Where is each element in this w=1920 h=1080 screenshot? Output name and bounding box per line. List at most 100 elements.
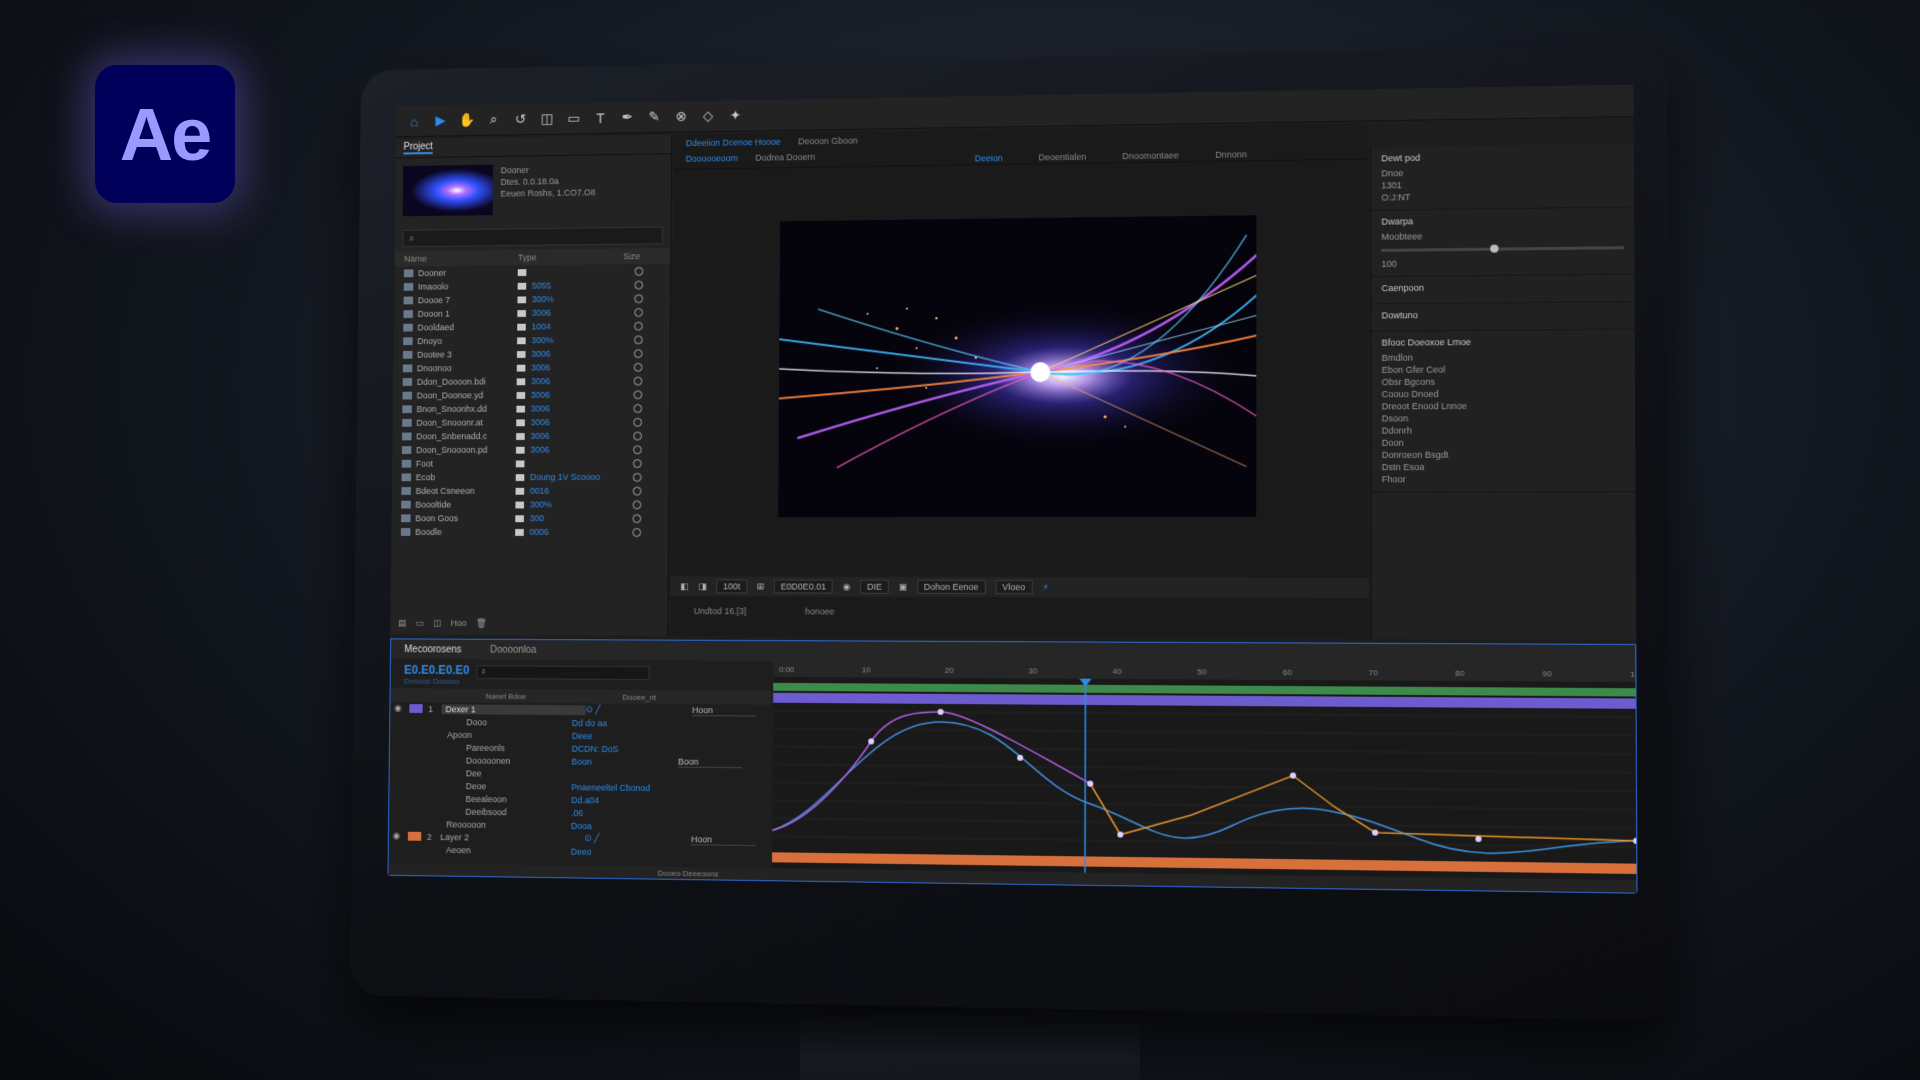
effect-category[interactable]: Doon bbox=[1382, 436, 1625, 449]
layer-label-color[interactable] bbox=[407, 831, 422, 841]
graph-editor[interactable]: 0:00 10 20 30 40 50 60 70 80 90 100 bbox=[771, 660, 1637, 893]
opacity-slider[interactable] bbox=[1381, 246, 1624, 252]
workspace-tab-4[interactable]: Dnnonn bbox=[1215, 149, 1247, 159]
region-of-interest-icon[interactable]: ▣ bbox=[899, 581, 907, 592]
interpret-footage-icon[interactable]: ▤ bbox=[398, 618, 406, 629]
mask-tool-icon[interactable]: ▭ bbox=[565, 110, 582, 127]
property-name[interactable]: Apoon bbox=[390, 729, 572, 740]
text-tool-icon[interactable]: T bbox=[592, 110, 609, 126]
label-swatch[interactable] bbox=[516, 364, 526, 372]
property-name[interactable]: Aeoen bbox=[389, 844, 571, 856]
list-item[interactable]: Foot bbox=[392, 456, 669, 470]
section-3[interactable]: Dowtuno bbox=[1371, 302, 1635, 332]
composition-canvas[interactable] bbox=[778, 215, 1257, 518]
label-swatch[interactable] bbox=[516, 418, 525, 426]
workspace-tab-1[interactable]: Deeion bbox=[975, 153, 1003, 163]
zoom-dropdown[interactable]: 100t bbox=[716, 579, 748, 594]
section-title[interactable]: Dwarpa bbox=[1381, 214, 1623, 226]
list-item[interactable]: Doon_Doonoe.yd 3006 bbox=[393, 387, 669, 402]
property-value[interactable]: Dooa bbox=[571, 820, 678, 831]
workspace-tab-3[interactable]: Dnoomontaee bbox=[1122, 150, 1179, 161]
label-swatch[interactable] bbox=[516, 405, 526, 413]
label-swatch[interactable] bbox=[516, 432, 525, 440]
property-name[interactable]: Dooo bbox=[390, 716, 572, 727]
list-item[interactable]: Doon_Snbenadd.c 3006 bbox=[393, 429, 669, 444]
effect-category[interactable]: Dsoon bbox=[1382, 411, 1625, 424]
eraser-tool-icon[interactable]: ◇ bbox=[699, 108, 717, 125]
property-name[interactable]: Beealeoon bbox=[389, 793, 571, 805]
label-swatch[interactable] bbox=[517, 309, 526, 317]
pen-tool-icon[interactable]: ✒ bbox=[619, 109, 636, 126]
layer-name[interactable]: Dexer 1 bbox=[441, 703, 586, 715]
camera-dropdown[interactable]: Dohon Eenoe bbox=[916, 579, 986, 594]
list-item[interactable]: Doon_Snoooon.pd 3006 bbox=[392, 442, 669, 457]
property-value[interactable]: Deee bbox=[572, 730, 679, 741]
section-2[interactable]: Caenpoon bbox=[1371, 274, 1635, 305]
zoom-tool-icon[interactable]: ⌕ bbox=[485, 111, 502, 128]
property-name[interactable]: Dooooonen bbox=[390, 754, 572, 766]
list-item[interactable]: Boodle 0006 bbox=[391, 525, 668, 539]
list-item[interactable]: Boon Goos 300 bbox=[392, 511, 669, 525]
trash-icon[interactable]: 🗑 bbox=[476, 618, 487, 629]
label-swatch[interactable] bbox=[517, 323, 526, 331]
effect-category[interactable]: Fhoor bbox=[1382, 473, 1625, 486]
label-swatch[interactable] bbox=[515, 514, 524, 522]
comp-breadcrumb[interactable]: Doooooeoom bbox=[686, 153, 738, 164]
label-swatch[interactable] bbox=[515, 487, 525, 495]
current-time[interactable]: E0D0E0.01 bbox=[773, 579, 833, 594]
visibility-eye-icon[interactable]: ◉ bbox=[389, 831, 402, 842]
label-swatch[interactable] bbox=[516, 350, 526, 358]
graph-editor-canvas[interactable]: 0:00 10 20 30 40 50 60 70 80 90 100 bbox=[771, 660, 1637, 893]
column-parent[interactable]: Dooee_nt bbox=[623, 692, 657, 701]
label-swatch[interactable] bbox=[515, 501, 525, 508]
property-value[interactable] bbox=[571, 774, 678, 775]
list-item[interactable]: Ecob Doung 1V Scoooo bbox=[392, 470, 669, 484]
label-swatch[interactable] bbox=[515, 459, 525, 467]
property-name[interactable]: Dee bbox=[390, 767, 572, 779]
label-swatch[interactable] bbox=[516, 377, 526, 385]
tab-composition[interactable]: Ddeeiion Dcenoe Hoooe bbox=[686, 137, 781, 148]
list-item[interactable]: Doon_Snooonr.at 3006 bbox=[393, 415, 669, 430]
parent-dropdown[interactable]: Hoon bbox=[691, 705, 757, 717]
effect-category[interactable]: Dreoot Enood Lnnoe bbox=[1382, 399, 1625, 412]
property-value[interactable]: Boon bbox=[571, 756, 678, 767]
view-dropdown[interactable]: Vloeo bbox=[995, 580, 1033, 595]
label-swatch[interactable] bbox=[517, 282, 527, 290]
project-search-input[interactable]: ⌕ bbox=[402, 226, 663, 248]
effects-panel-title[interactable]: Bfooc Doeoxoe Lrnoe bbox=[1382, 336, 1625, 348]
timeline-current-time[interactable]: E0.E0.E0.E0 bbox=[404, 663, 470, 677]
workspace-tab-2[interactable]: Deoentialen bbox=[1039, 152, 1087, 163]
tab-timeline-comp[interactable]: Mecoorosens bbox=[404, 644, 461, 655]
timeline-search-input[interactable]: ⌕ bbox=[476, 665, 650, 681]
tab-timeline-2[interactable]: Doooonloa bbox=[490, 644, 536, 655]
list-item[interactable]: Bnon_Snoonhx.dd 3006 bbox=[393, 401, 669, 416]
snapshot-icon[interactable]: ◉ bbox=[843, 581, 851, 592]
label-swatch[interactable] bbox=[515, 446, 525, 454]
property-value[interactable]: DCDN: DoS bbox=[572, 743, 679, 754]
label-swatch[interactable] bbox=[515, 473, 525, 481]
parent-dropdown[interactable]: Hoon bbox=[690, 834, 756, 847]
layer-switches[interactable]: ⊙ ╱ bbox=[584, 833, 691, 845]
list-item[interactable]: Boooltide 300% bbox=[392, 497, 669, 511]
label-swatch[interactable] bbox=[516, 391, 526, 399]
property-value[interactable]: .06 bbox=[571, 808, 678, 819]
property-value[interactable]: Deeo bbox=[571, 846, 678, 857]
comp-breadcrumb-2[interactable]: Dodrea Dooern bbox=[755, 152, 815, 163]
new-folder-icon[interactable]: ▭ bbox=[416, 618, 424, 629]
layer-label-color[interactable] bbox=[409, 704, 423, 714]
tab-layer[interactable]: Deooon Gboon bbox=[798, 136, 858, 147]
always-preview-icon[interactable]: ◧ bbox=[680, 581, 688, 592]
tab-project[interactable]: Project bbox=[403, 141, 433, 155]
hand-tool-icon[interactable]: ✋ bbox=[459, 112, 476, 129]
camera-tool-icon[interactable]: ◫ bbox=[538, 110, 555, 127]
property-name[interactable]: Reooooon bbox=[389, 818, 571, 830]
list-item[interactable]: Bdeot Csneeon 0016 bbox=[392, 484, 669, 498]
clone-tool-icon[interactable]: ⊗ bbox=[672, 108, 689, 125]
label-swatch[interactable] bbox=[517, 268, 527, 276]
selection-tool-icon[interactable]: ▶ bbox=[432, 112, 449, 129]
column-name[interactable]: Name bbox=[404, 253, 518, 264]
column-type[interactable]: Type bbox=[518, 252, 623, 262]
grid-icon[interactable]: ⊞ bbox=[757, 581, 764, 592]
property-value[interactable]: Pnaeneeltel Cbonod bbox=[571, 782, 678, 793]
home-icon[interactable]: ⌂ bbox=[406, 113, 423, 129]
